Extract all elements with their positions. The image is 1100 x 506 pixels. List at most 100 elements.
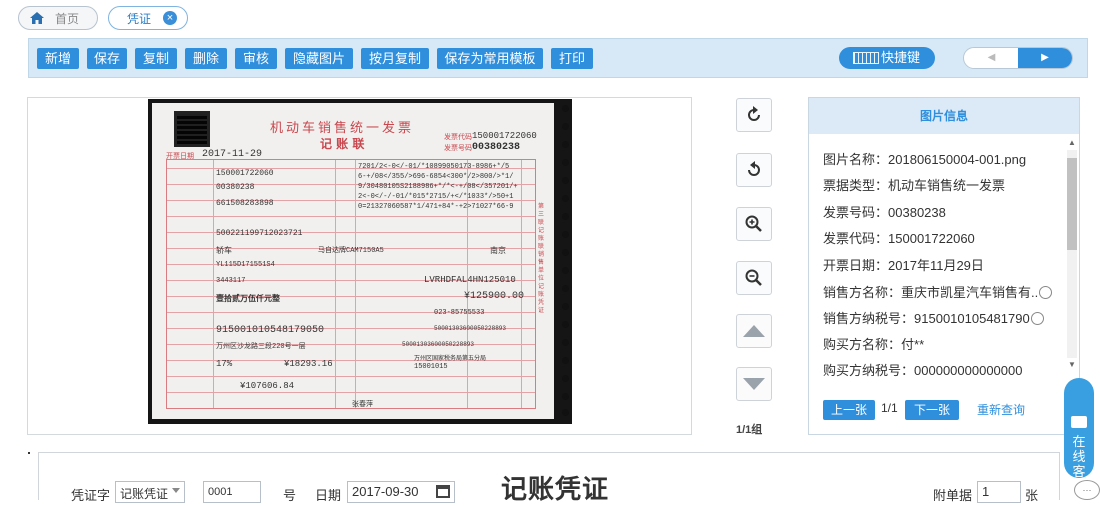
voucher-form: 凭证字 记账凭证 0001 号 日期 2017-09-30 记账凭证 附单据 1… [38,452,1060,504]
info-label: 销售方名称 [823,285,889,300]
invoice-tax-rate: 17% [216,359,233,369]
info-value: 付** [901,337,925,352]
info-value: 机动车销售统一发票 [888,178,1006,193]
invoice-tax-amount: ¥18293.16 [284,359,333,369]
home-icon [30,12,44,24]
voucher-number-suffix: 号 [283,488,297,503]
info-value: 000000000000000 [914,363,1023,378]
invoice-no-tax-price: ¥107606.84 [240,381,295,391]
info-label: 图片名称 [823,152,876,167]
invoice-vehicle-type: 轿车 [216,247,232,256]
voucher-title: 记账凭证 [501,474,610,504]
info-row-invoice-date: 开票日期：2017年11月29日 [823,258,984,273]
info-label: 发票号码 [823,205,876,220]
toolbar: 新增 保存 复制 删除 审核 隐藏图片 按月复制 保存为常用模板 打印 快捷键 … [28,38,1088,78]
tractor-feed-holes [558,99,572,416]
invoice-address: 万州区沙龙路三段220号一层 [216,343,306,351]
chat-icon[interactable]: ··· [1074,480,1100,500]
attachment-unit: 张 [1025,488,1039,503]
prev-image-button[interactable] [736,314,772,348]
invoice-vin: LVRHDFAL4HN125010 [424,275,516,285]
scroll-up-icon[interactable]: ▲ [1068,138,1076,147]
qr-code-icon [174,111,210,147]
tab-bar: 首页 凭证 × [0,0,1100,36]
invoice-cipher-5: 0=21327060587*1/471+84*-+2>71027*66-9 [358,203,514,211]
invoice-paper: 机动车销售统一发票 记 账 联 发票代码 150001722060 发票号码 0… [152,103,554,419]
scroll-thumb[interactable] [1067,158,1077,250]
copy-by-month-button[interactable]: 按月复制 [361,48,429,69]
close-icon[interactable]: × [163,11,177,25]
rotate-right-icon [748,106,760,121]
save-button[interactable]: 保存 [87,48,127,69]
invoice-seller-tax-no: 915001010548179050 [216,325,325,336]
add-button[interactable]: 新增 [37,48,79,69]
invoice-image[interactable]: 机动车销售统一发票 记 账 联 发票代码 150001722060 发票号码 0… [148,99,572,424]
invoice-total-small: ¥125900.00 [464,291,525,302]
zoom-out-button[interactable] [736,261,772,295]
seller-name-radio[interactable] [1039,286,1053,299]
seller-tax-radio[interactable] [1030,312,1044,325]
invoice-phone: 023-85755533 [434,309,485,317]
invoice-number-label: 发票号码 [444,144,472,152]
shortcut-button[interactable]: 快捷键 [839,47,935,69]
voucher-word-label: 凭证字 [71,488,111,503]
chevron-down-icon [172,488,180,493]
print-button[interactable]: 打印 [551,48,593,69]
info-row-ticket-type: 票据类型：机动车销售统一发票 [823,178,1006,193]
rotate-left-button[interactable] [736,153,772,187]
rotate-right-button[interactable] [736,98,772,132]
invoice-machine-no: 150001722060 [216,169,274,178]
zoom-in-icon [745,215,762,232]
invoice-bank: 50001303600050228893 [402,341,475,348]
invoice-issuer: 张春萍 [352,401,373,409]
info-row-invoice-code: 发票代码：150001722060 [823,231,975,246]
down-arrow-icon [743,378,765,390]
voucher-date-label: 日期 [315,488,342,503]
info-row-invoice-number: 发票号码：00380238 [823,205,946,220]
copy-button[interactable]: 复制 [135,48,177,69]
save-as-template-button[interactable]: 保存为常用模板 [437,48,543,69]
info-value: 重庆市凯星汽车销售有.. [901,285,1039,300]
info-label: 购买方纳税号 [823,363,902,378]
requery-link[interactable]: 重新查询 [977,401,1025,418]
info-value: 2017年11月29日 [888,258,984,273]
audit-button[interactable]: 审核 [235,48,277,69]
calendar-icon[interactable] [436,485,450,498]
tab-voucher[interactable]: 凭证 × [108,6,188,30]
image-group-count: 1/1组 [736,424,763,436]
invoice-brand-model: 马自达牌CAM7150A5 [318,247,384,255]
invoice-cipher-3: 9/30480105S2188986+*/*<-+/08</357201/+ [358,183,518,191]
invoice-cipher-4: 2<-0</-/-01/*015*2715/+</*1033*/>50+1 [358,193,514,201]
info-label: 发票代码 [823,231,876,246]
info-value: 9150010105481790 [914,311,1030,326]
next-image-info-button[interactable]: 下一张 [905,400,959,420]
tab-voucher-label: 凭证 [127,11,152,26]
online-service-button[interactable]: 在线客服 [1064,378,1094,494]
invoice-side-label: 第三联 记账联 销售单位记账凭证 [538,203,545,314]
tab-home[interactable]: 首页 [18,6,98,30]
next-record-button[interactable]: ▶ [1018,48,1072,68]
delete-button[interactable]: 删除 [185,48,227,69]
prev-image-info-button[interactable]: 上一张 [823,400,875,420]
info-value: 201806150004-001.png [888,152,1027,167]
image-viewer: 机动车销售统一发票 记 账 联 发票代码 150001722060 发票号码 0… [27,97,692,435]
hide-image-button[interactable]: 隐藏图片 [285,48,353,69]
next-image-button[interactable] [736,367,772,401]
info-row-seller-tax-no: 销售方纳税号：9150010105481790 [823,308,1044,327]
info-value: 00380238 [888,205,946,220]
invoice-account: 50001303600050228893 [434,325,507,332]
prev-record-button[interactable]: ◀ [964,48,1019,68]
scroll-down-icon[interactable]: ▼ [1068,360,1076,369]
info-label: 购买方名称 [823,337,889,352]
invoice-buyer-id: 500221199712023721 [216,229,303,238]
image-info-header: 图片信息 [809,98,1079,134]
image-info-panel: 图片信息 图片名称：201806150004-001.png 票据类型：机动车销… [808,97,1080,435]
info-label: 票据类型 [823,178,876,193]
voucher-date-value: 2017-09-30 [352,484,419,499]
chat-bubble-icon [1071,416,1087,428]
record-pager: ◀ ▶ [963,47,1073,69]
info-row-buyer-name: 购买方名称：付** [823,337,925,352]
info-scrollbar[interactable]: ▲ ▼ [1065,138,1077,370]
invoice-cert-no: YL115D171551S4 [216,261,275,269]
zoom-in-button[interactable] [736,207,772,241]
